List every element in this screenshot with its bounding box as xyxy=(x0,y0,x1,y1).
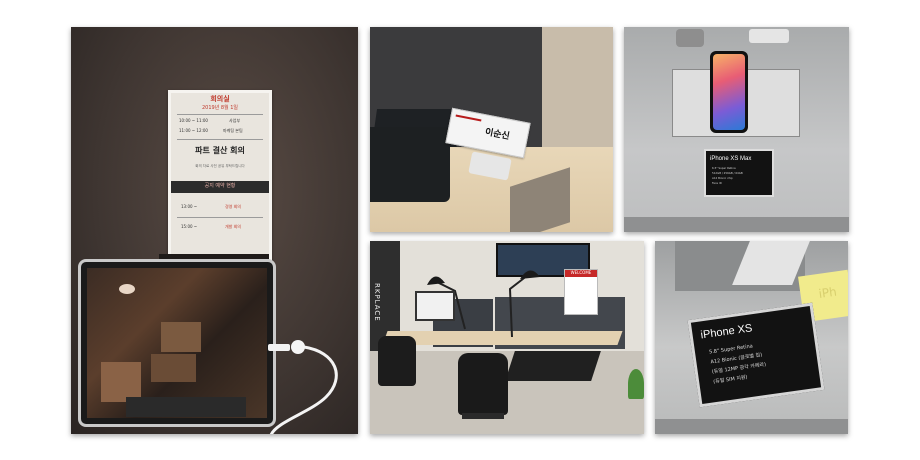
monitor-base xyxy=(370,127,450,202)
label-card: iPhone XS 5.8" Super Retina A12 Bionic (… xyxy=(687,302,825,408)
tablet-stand xyxy=(126,397,246,417)
sign-slot1-org: 사업부 xyxy=(229,118,241,123)
sign-divider2 xyxy=(177,139,263,140)
sign-date: 2019년 8월 1일 xyxy=(201,105,239,111)
name-tag-text: 이순신 xyxy=(484,127,511,143)
signboard-header-text: WELCOME xyxy=(570,270,592,275)
spec-line-3: (듀얼 12MP 광각 카메라) xyxy=(711,361,767,376)
spec-line-3: A12 Bionic chip xyxy=(712,176,733,180)
sign-dark-bar: 공지 예약 현황 xyxy=(171,181,269,193)
desk-signboard: WELCOME xyxy=(564,269,598,315)
spec-line-4: Face ID xyxy=(712,181,722,185)
desk-lamp-2 xyxy=(508,270,540,338)
label-card: iPhone XS Max 6.5" Super Retina 512GB / … xyxy=(704,149,774,197)
sign-row1-time: 13:00 ~ xyxy=(181,204,198,209)
sign-row-divider xyxy=(177,217,263,218)
top-gadget xyxy=(676,29,704,47)
reflection-box2 xyxy=(151,354,196,382)
photo-meeting-room-sign: 회의실 2019년 8월 1일 10:00 ~ 11:00 사업부 11:00 … xyxy=(71,27,358,434)
sign-title: 파트 결산 회의 xyxy=(195,146,245,155)
spec-line-2: 512GB / 256GB / 64GB xyxy=(712,171,743,175)
table-edge xyxy=(655,419,848,434)
name-tag-stripe xyxy=(455,114,482,122)
phone-screen xyxy=(713,54,745,130)
sign-slot2-time: 11:00 ~ 12:00 xyxy=(179,128,208,133)
reflection-light xyxy=(119,284,135,294)
sign-bar-text: 공지 예약 현황 xyxy=(204,183,236,189)
reflection-box3 xyxy=(101,362,141,402)
device-label: iPhone XS xyxy=(699,322,754,342)
charging-cable xyxy=(268,340,338,434)
reflection-box xyxy=(161,322,201,352)
photo-desk-nametag: 이순신 xyxy=(370,27,613,232)
wall-text: RKPLACE xyxy=(373,283,381,322)
photo-iphone-xs-max-display: iPhone XS Max 6.5" Super Retina 512GB / … xyxy=(624,27,849,232)
office-chair-1 xyxy=(378,336,416,386)
note-text: iPh xyxy=(817,284,838,301)
sign-divider xyxy=(177,114,263,115)
photo-workplace-desks: RKPLACE WELCOME xyxy=(370,241,644,434)
top-gadget2 xyxy=(749,29,789,43)
display-tray xyxy=(505,351,601,381)
epaper-sign: 회의실 2019년 8월 1일 10:00 ~ 11:00 사업부 11:00 … xyxy=(168,90,272,264)
sign-slot2-org: 마케팅 본팀 xyxy=(223,128,243,133)
device-label: iPhone XS Max xyxy=(710,156,752,162)
chair-base xyxy=(462,413,504,419)
phone-device xyxy=(710,51,748,133)
plant xyxy=(628,369,644,399)
sign-row1-b: 경영 회의 xyxy=(225,204,241,209)
desk-monitor xyxy=(415,291,455,321)
sign-note: 회의 자료 사전 공유 부탁드립니다 xyxy=(195,164,245,168)
sign-header: 회의실 xyxy=(210,95,230,103)
spec-line-4: (듀얼 SIM 지원) xyxy=(712,374,748,386)
sign-slot1-time: 10:00 ~ 11:00 xyxy=(179,118,208,123)
sign-row2-time: 15:00 ~ xyxy=(181,224,198,229)
spec-line-1: 6.5" Super Retina xyxy=(712,166,736,170)
photo-iphone-xs-label: iPh iPhone XS 5.8" Super Retina A12 Bion… xyxy=(655,241,848,434)
office-chair-2 xyxy=(458,353,508,415)
table-edge xyxy=(624,217,849,232)
sign-row2-b: 개발 회의 xyxy=(225,224,241,229)
signboard-header: WELCOME xyxy=(565,270,597,277)
